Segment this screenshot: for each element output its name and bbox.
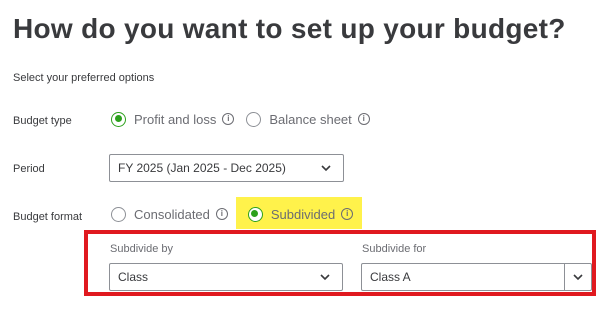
radio-label-consolidated: Consolidated bbox=[134, 206, 210, 222]
radio-button-checked[interactable] bbox=[247, 206, 263, 222]
annotation-box bbox=[84, 230, 596, 296]
budget-format-radio-group: Consolidated i Subdivided i bbox=[111, 203, 365, 225]
radio-button[interactable] bbox=[111, 206, 126, 222]
radio-label-balance-sheet: Balance sheet bbox=[269, 111, 352, 127]
radio-label-profit-and-loss: Profit and loss bbox=[134, 111, 217, 127]
period-label: Period bbox=[13, 163, 45, 175]
period-select[interactable]: FY 2025 (Jan 2025 - Dec 2025) bbox=[109, 154, 344, 182]
radio-profit-and-loss[interactable]: Profit and loss i bbox=[111, 111, 235, 127]
info-icon[interactable]: i bbox=[357, 113, 370, 125]
radio-button[interactable] bbox=[246, 111, 262, 127]
budget-type-label: Budget type bbox=[13, 115, 72, 127]
radio-balance-sheet[interactable]: Balance sheet i bbox=[246, 111, 370, 127]
radio-consolidated[interactable]: Consolidated i bbox=[111, 206, 228, 222]
radio-button-checked[interactable] bbox=[111, 111, 126, 127]
budget-format-label: Budget format bbox=[13, 211, 83, 223]
chevron-down-icon bbox=[321, 165, 331, 172]
info-icon[interactable]: i bbox=[341, 208, 354, 220]
page-subtitle: Select your preferred options bbox=[13, 72, 155, 84]
info-icon[interactable]: i bbox=[215, 208, 228, 220]
page-title: How do you want to set up your budget? bbox=[13, 13, 566, 44]
radio-label-subdivided: Subdivided bbox=[270, 206, 336, 222]
radio-subdivided[interactable]: Subdivided i bbox=[247, 206, 354, 222]
period-select-value: FY 2025 (Jan 2025 - Dec 2025) bbox=[118, 161, 286, 175]
info-icon[interactable]: i bbox=[222, 113, 235, 125]
budget-type-radio-group: Profit and loss i Balance sheet i bbox=[111, 108, 382, 130]
